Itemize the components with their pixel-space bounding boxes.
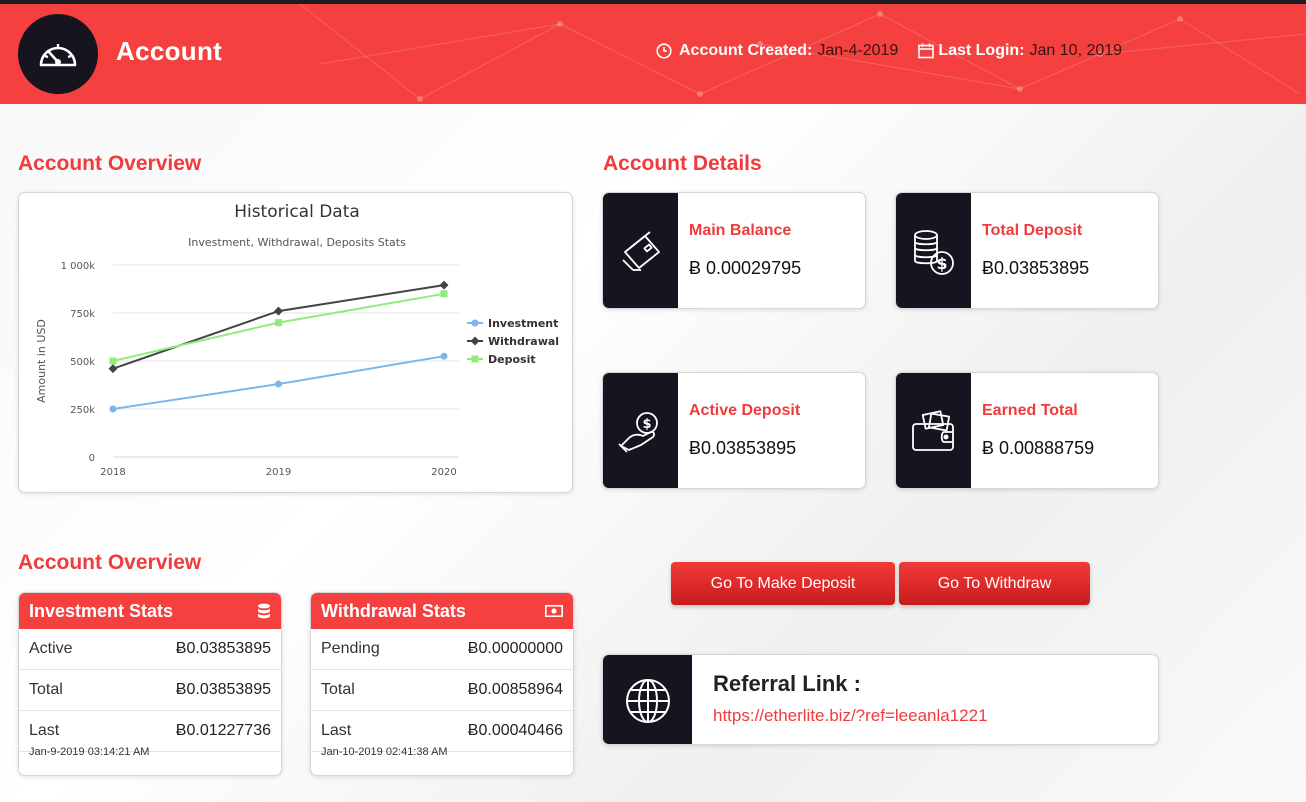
- chart-legend-item[interactable]: Investment: [488, 317, 558, 330]
- earned-total-label: Earned Total: [982, 402, 1078, 419]
- stats-row-label: Pending: [321, 640, 380, 657]
- chart-point[interactable]: [274, 306, 283, 316]
- referral-title: Referral Link :: [713, 671, 861, 696]
- chart-point[interactable]: [275, 319, 282, 327]
- withdraw-button[interactable]: Go To Withdraw: [899, 562, 1090, 605]
- investment-stats-title: Investment Stats: [29, 600, 174, 621]
- detail-icon-box: [603, 193, 678, 308]
- money-bill-icon: [545, 605, 563, 617]
- stats-row-label: Total: [321, 681, 355, 698]
- chart-y-tick-label: 1 000k: [61, 261, 96, 272]
- main-balance-value: Ƀ 0.00029795: [689, 258, 802, 278]
- database-icon: [258, 603, 270, 619]
- last-investment-time: Jan-9-2019 03:14:21 AM: [29, 746, 150, 758]
- credit-card-icon: [621, 230, 660, 271]
- main-balance-label: Main Balance: [689, 222, 792, 239]
- chart-point[interactable]: [471, 355, 479, 363]
- chart-point[interactable]: [275, 380, 282, 388]
- chart-point[interactable]: [471, 319, 479, 327]
- clock-icon: [656, 43, 672, 59]
- chart-point[interactable]: [109, 357, 117, 365]
- stats-row-label: Active: [29, 640, 73, 657]
- calendar-icon: [918, 43, 935, 59]
- make-deposit-button[interactable]: Go To Make Deposit: [671, 562, 895, 605]
- chart-point[interactable]: [440, 290, 448, 298]
- account-avatar: [18, 14, 98, 94]
- hand-coin-icon: $: [617, 411, 658, 453]
- wallet-icon: [911, 409, 954, 451]
- main-balance-card: Main Balance Ƀ 0.00029795: [602, 192, 866, 309]
- account-details-title: Account Details: [603, 152, 762, 175]
- coins-dollar-icon: $: [913, 229, 954, 275]
- referral-link[interactable]: https://etherlite.biz/?ref=leeanla1221: [713, 706, 988, 726]
- total-deposit-label: Total Deposit: [982, 222, 1083, 239]
- active-deposit-card: $ Active Deposit Ƀ0.03853895: [602, 372, 866, 489]
- detail-icon-box: [896, 373, 971, 488]
- detail-icon-box: $: [896, 193, 971, 308]
- stats-row-label: Last: [321, 722, 352, 739]
- page-header: Account Account Created: Jan-4-2019 Last…: [0, 4, 1306, 104]
- active-deposit-value: Ƀ0.03853895: [689, 438, 797, 458]
- total-deposit-value: Ƀ0.03853895: [982, 258, 1090, 278]
- investment-stats-header: Investment Stats: [19, 593, 281, 629]
- chart-series-line: [112, 284, 445, 370]
- chart-point[interactable]: [108, 364, 118, 374]
- last-login-value: Jan 10, 2019: [1029, 42, 1123, 59]
- chart-svg: Historical Data Investment, Withdrawal, …: [35, 202, 559, 478]
- account-meta: Account Created: Jan-4-2019 Last Login: …: [656, 42, 1122, 60]
- chart-legend-item[interactable]: Withdrawal: [488, 335, 559, 348]
- last-withdrawal-time: Jan-10-2019 02:41:38 AM: [321, 746, 448, 758]
- page-title: Account: [116, 36, 223, 66]
- chart-point[interactable]: [439, 280, 449, 290]
- historical-data-chart: Historical Data Investment, Withdrawal, …: [18, 192, 573, 493]
- chart-point[interactable]: [440, 352, 448, 360]
- chart-point[interactable]: [470, 336, 480, 346]
- chart-x-tick-label: 2020: [431, 467, 456, 478]
- chart-y-axis-label: Amount in USD: [35, 319, 48, 403]
- chart-y-tick-label: 750k: [70, 309, 95, 320]
- last-login-label: Last Login:: [938, 42, 1025, 59]
- earned-total-value: Ƀ 0.00888759: [982, 438, 1095, 458]
- speedometer-icon: [39, 44, 77, 67]
- investment-stats-card: Investment Stats Active Ƀ0.03853895 Tota…: [18, 592, 282, 776]
- stats-row: Total Ƀ0.03853895: [19, 670, 281, 711]
- chart-y-tick-label: 0: [89, 453, 95, 464]
- stats-row-value: Ƀ0.01227736: [175, 722, 271, 739]
- account-overview-stats-title: Account Overview: [18, 551, 202, 574]
- globe-icon: [625, 678, 670, 723]
- chart-point[interactable]: [109, 405, 117, 413]
- detail-icon-box: $: [603, 373, 678, 488]
- svg-text:$: $: [642, 417, 651, 432]
- chart-legend-item[interactable]: Deposit: [488, 353, 536, 366]
- stats-row-label: Last: [29, 722, 60, 739]
- stats-row-value: Ƀ0.00858964: [467, 681, 563, 698]
- total-deposit-card: $ Total Deposit Ƀ0.03853895: [895, 192, 1159, 309]
- stats-row: Total Ƀ0.00858964: [311, 670, 573, 711]
- chart-x-tick-label: 2018: [100, 467, 125, 478]
- earned-total-card: Earned Total Ƀ 0.00888759: [895, 372, 1159, 489]
- account-created-value: Jan-4-2019: [817, 42, 899, 59]
- account-overview-title: Account Overview: [18, 152, 202, 175]
- active-deposit-label: Active Deposit: [689, 402, 801, 419]
- stats-row-value: Ƀ0.03853895: [175, 681, 271, 698]
- stats-row-value: Ƀ0.00040466: [467, 722, 563, 739]
- withdrawal-stats-card: Withdrawal Stats Pending Ƀ0.00000000 Tot…: [310, 592, 574, 776]
- chart-y-tick-label: 250k: [70, 405, 95, 416]
- stats-row: Active Ƀ0.03853895: [19, 629, 281, 670]
- stats-row-label: Total: [29, 681, 63, 698]
- withdrawal-stats-header: Withdrawal Stats: [311, 593, 573, 629]
- stats-row: Pending Ƀ0.00000000: [311, 629, 573, 670]
- referral-icon-box: [603, 655, 692, 744]
- account-created-label: Account Created:: [679, 42, 813, 59]
- chart-title: Historical Data: [234, 202, 360, 222]
- chart-x-tick-label: 2019: [266, 467, 291, 478]
- chart-y-tick-label: 500k: [70, 357, 95, 368]
- chart-subtitle: Investment, Withdrawal, Deposits Stats: [188, 236, 406, 249]
- referral-card: Referral Link : https://etherlite.biz/?r…: [602, 654, 1159, 745]
- stats-row-value: Ƀ0.00000000: [467, 640, 563, 657]
- svg-text:$: $: [936, 254, 947, 273]
- stats-row-value: Ƀ0.03853895: [175, 640, 271, 657]
- withdrawal-stats-title: Withdrawal Stats: [321, 600, 466, 621]
